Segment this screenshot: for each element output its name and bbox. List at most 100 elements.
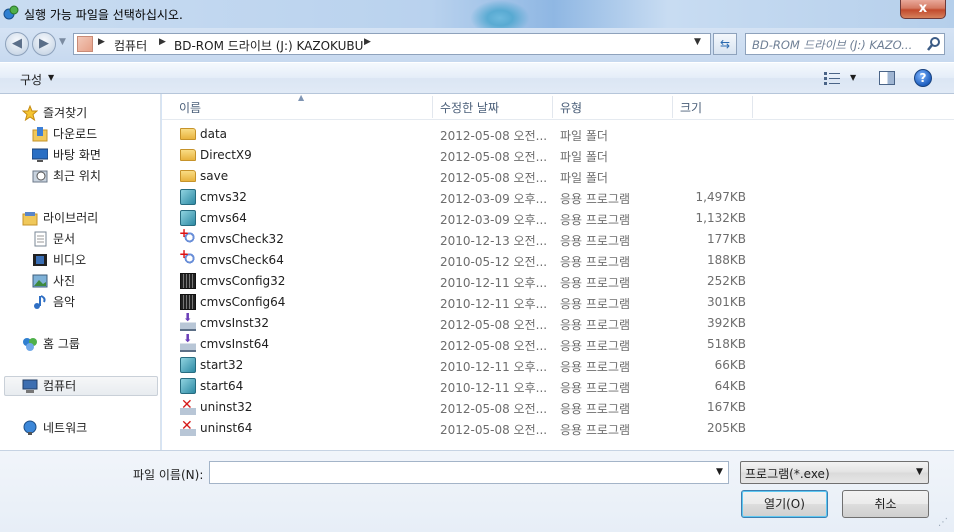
file-size: 301KB <box>706 295 746 309</box>
uninstall-icon <box>180 397 196 415</box>
breadcrumb-computer[interactable]: 컴퓨터 <box>114 37 147 54</box>
file-row[interactable]: cmvsCheck32 2010-12-13 오전... 응용 프로그램 177KB <box>162 226 762 250</box>
file-row[interactable]: start32 2010-12-11 오후... 응용 프로그램 66KB <box>162 355 762 376</box>
file-name: cmvs64 <box>200 211 247 225</box>
file-type-filter-value: 프로그램(*.exe) <box>745 467 830 481</box>
organize-dropdown-icon[interactable]: ▼ <box>48 73 54 82</box>
search-input[interactable]: BD-ROM 드라이브 (J:) KAZO... <box>745 33 945 55</box>
filename-label: 파일 이름(N): <box>133 468 204 482</box>
change-view-icon[interactable] <box>824 71 840 85</box>
file-type-filter[interactable]: 프로그램(*.exe) ▼ <box>740 461 929 484</box>
back-button[interactable]: ◀ <box>5 32 29 56</box>
nav-label: 바탕 화면 <box>53 148 101 162</box>
videos-icon <box>33 254 47 266</box>
nav-label: 컴퓨터 <box>43 379 77 393</box>
file-row[interactable]: save 2012-05-08 오전... 파일 폴더 <box>162 166 762 187</box>
file-name: cmvs32 <box>200 190 247 204</box>
cancel-button[interactable]: 취소 <box>842 490 929 518</box>
filter-dropdown-icon[interactable]: ▼ <box>916 467 923 477</box>
window-title: 실행 가능 파일을 선택하십시오. <box>24 8 183 22</box>
file-size: 252KB <box>706 274 746 288</box>
file-type: 응용 프로그램 <box>560 234 631 248</box>
file-list[interactable]: ▲ 이름 수정한 날짜 유형 크기 data 2012-05-08 오전... 파일… <box>162 93 954 450</box>
recent-places-icon <box>32 170 48 183</box>
file-name: uninst32 <box>200 400 253 414</box>
file-type: 파일 폴더 <box>560 129 608 143</box>
filename-dropdown-icon[interactable]: ▼ <box>716 467 723 477</box>
app-icon <box>180 210 196 226</box>
network-icon <box>23 420 37 435</box>
nav-label: 라이브러리 <box>43 211 99 225</box>
file-row[interactable]: cmvsCheck64 2010-05-12 오전... 응용 프로그램 188KB <box>162 247 762 271</box>
file-type: 응용 프로그램 <box>560 381 631 395</box>
file-name: cmvsCheck32 <box>200 232 284 246</box>
file-row[interactable]: data 2012-05-08 오전... 파일 폴더 <box>162 124 762 145</box>
help-icon[interactable]: ? <box>914 69 932 87</box>
column-divider[interactable] <box>672 96 673 118</box>
file-row[interactable]: uninst64 2012-05-08 오전... 응용 프로그램 205KB <box>162 418 762 439</box>
file-date: 2012-05-08 오전... <box>440 129 548 143</box>
history-dropdown-icon[interactable]: ▼ <box>59 37 66 47</box>
file-row[interactable]: uninst32 2012-05-08 오전... 응용 프로그램 167KB <box>162 397 762 418</box>
file-type: 응용 프로그램 <box>560 297 631 311</box>
check-icon <box>179 247 196 268</box>
search-icon[interactable] <box>926 36 942 52</box>
dialog-app-icon <box>3 5 19 20</box>
address-bar[interactable]: ▶ 컴퓨터 ▶ BD-ROM 드라이브 (J:) KAZOKUBU ▶ ▼ <box>73 33 711 55</box>
column-divider[interactable] <box>432 96 433 118</box>
organize-button[interactable]: 구성 <box>20 71 42 88</box>
file-type: 응용 프로그램 <box>560 318 631 332</box>
file-row[interactable]: cmvsConfig64 2010-12-11 오후... 응용 프로그램 301KB <box>162 292 762 313</box>
file-date: 2012-03-09 오후... <box>440 213 548 227</box>
install-icon <box>180 311 196 331</box>
open-button[interactable]: 열기(O) <box>741 490 828 518</box>
column-divider[interactable] <box>752 96 753 118</box>
file-type: 응용 프로그램 <box>560 402 631 416</box>
desktop-icon <box>32 148 48 162</box>
breadcrumb-chevron-icon[interactable]: ▶ <box>98 37 105 47</box>
preview-pane-icon[interactable] <box>879 71 895 85</box>
file-type: 응용 프로그램 <box>560 276 631 290</box>
downloads-folder-icon <box>32 127 48 142</box>
forward-button[interactable]: ▶ <box>32 32 56 56</box>
file-date: 2010-12-11 오후... <box>440 360 548 374</box>
app-icon <box>180 378 196 394</box>
address-dropdown-icon[interactable]: ▼ <box>694 37 701 47</box>
pictures-icon <box>32 274 48 288</box>
resize-grip-icon[interactable]: ⋰ <box>938 517 952 531</box>
column-header-date[interactable]: 수정한 날짜 <box>440 99 499 116</box>
breadcrumb-chevron-icon[interactable]: ▶ <box>364 37 371 47</box>
documents-icon <box>34 231 47 247</box>
file-row[interactable]: cmvsInst64 2012-05-08 오전... 응용 프로그램 518KB <box>162 332 762 355</box>
file-name: cmvsInst32 <box>200 316 270 330</box>
file-size: 518KB <box>706 337 746 351</box>
file-size: 205KB <box>706 421 746 435</box>
computer-icon <box>22 379 38 393</box>
nav-label: 사진 <box>53 274 76 288</box>
filename-combobox[interactable]: ▼ <box>209 461 729 484</box>
breadcrumb-drive[interactable]: BD-ROM 드라이브 (J:) KAZOKUBU <box>174 37 363 54</box>
close-button[interactable]: x <box>900 0 946 19</box>
column-header-name[interactable]: 이름 <box>179 99 201 116</box>
title-bar[interactable]: 실행 가능 파일을 선택하십시오. x <box>0 0 954 30</box>
file-row[interactable]: cmvsConfig32 2010-12-11 오후... 응용 프로그램 252KB <box>162 271 762 292</box>
nav-label: 비디오 <box>53 253 87 267</box>
view-dropdown-icon[interactable]: ▼ <box>850 73 856 82</box>
column-header-type[interactable]: 유형 <box>560 99 582 116</box>
file-date: 2010-05-12 오전... <box>440 255 548 269</box>
glass-decoration <box>470 0 530 30</box>
column-header-size[interactable]: 크기 <box>680 99 702 116</box>
file-row[interactable]: DirectX9 2012-05-08 오전... 파일 폴더 <box>162 145 762 166</box>
file-row[interactable]: cmvsInst32 2012-05-08 오전... 응용 프로그램 392KB <box>162 311 762 334</box>
column-divider[interactable] <box>552 96 553 118</box>
app-icon <box>180 357 196 373</box>
install-icon <box>180 332 196 352</box>
breadcrumb-chevron-icon[interactable]: ▶ <box>159 37 166 47</box>
file-row[interactable]: cmvs64 2012-03-09 오후... 응용 프로그램 1,132KB <box>162 208 762 229</box>
file-type: 응용 프로그램 <box>560 423 631 437</box>
file-row[interactable]: start64 2010-12-11 오후... 응용 프로그램 64KB <box>162 376 762 397</box>
file-row[interactable]: cmvs32 2012-03-09 오후... 응용 프로그램 1,497KB <box>162 187 762 208</box>
file-name: cmvsConfig64 <box>200 295 286 309</box>
refresh-button[interactable]: ⇆ <box>713 33 737 55</box>
file-name: cmvsCheck64 <box>200 253 284 267</box>
